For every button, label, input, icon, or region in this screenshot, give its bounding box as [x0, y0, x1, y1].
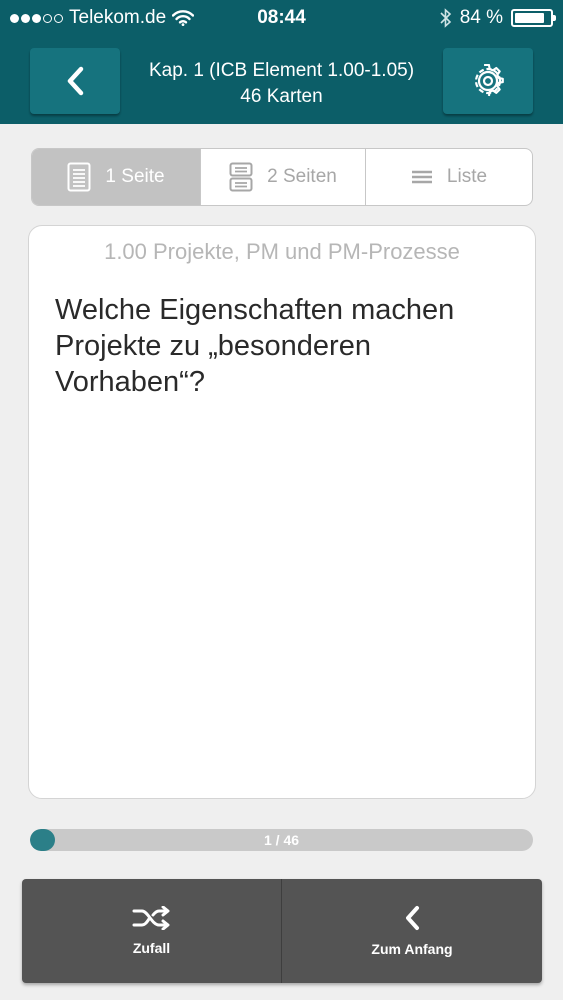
view-mode-segmented-control: 1 Seite 2 Seiten Liste	[31, 148, 533, 206]
deck-title: Kap. 1 (ICB Element 1.00-1.05)	[148, 60, 415, 81]
shuffle-icon	[132, 906, 169, 930]
page-title: Kap. 1 (ICB Element 1.00-1.05) 46 Karten	[125, 58, 438, 110]
view-mode-two-pages[interactable]: 2 Seiten	[201, 149, 366, 205]
view-mode-single-page[interactable]: 1 Seite	[32, 149, 201, 205]
back-button[interactable]	[30, 48, 120, 114]
view-mode-label: 1 Seite	[105, 166, 165, 187]
card-topic: 1.00 Projekte, PM und PM-Prozesse	[104, 239, 460, 264]
settings-button[interactable]	[443, 48, 533, 114]
battery-icon	[511, 9, 556, 27]
battery-level	[515, 13, 544, 23]
shuffle-label: Zufall	[132, 940, 171, 956]
battery-percent: 84 %	[459, 7, 503, 28]
two-pages-icon	[229, 162, 253, 192]
bluetooth-icon	[440, 8, 451, 28]
progress-label: 1 / 46	[263, 832, 300, 848]
chevron-left-icon	[406, 906, 419, 930]
top-bar: Telekom.de 08:44 84 % Kap. 1 (ICB Elemen…	[0, 0, 563, 124]
flashcard[interactable]: 1.00 Projekte, PM und PM-Prozesse Welche…	[28, 225, 536, 799]
progress-bar: 1 / 46	[30, 829, 533, 851]
view-mode-label: Liste	[446, 166, 488, 187]
list-icon	[411, 170, 432, 184]
shuffle-button[interactable]: Zufall	[22, 879, 282, 983]
status-right: 84 %	[440, 7, 556, 29]
status-bar: Telekom.de 08:44 84 %	[0, 0, 563, 36]
restart-label: Zum Anfang	[371, 941, 453, 957]
card-count: 46 Karten	[240, 86, 323, 107]
card-question: Welche Eigenschaften machen Projekte zu …	[55, 294, 455, 398]
chevron-left-icon	[67, 66, 84, 96]
bottom-toolbar: Zufall Zum Anfang	[22, 879, 542, 983]
restart-button[interactable]: Zum Anfang	[282, 879, 542, 983]
gear-icon	[474, 64, 504, 97]
single-page-icon	[67, 162, 91, 192]
view-mode-list[interactable]: Liste	[366, 149, 532, 205]
view-mode-label: 2 Seiten	[267, 166, 337, 187]
